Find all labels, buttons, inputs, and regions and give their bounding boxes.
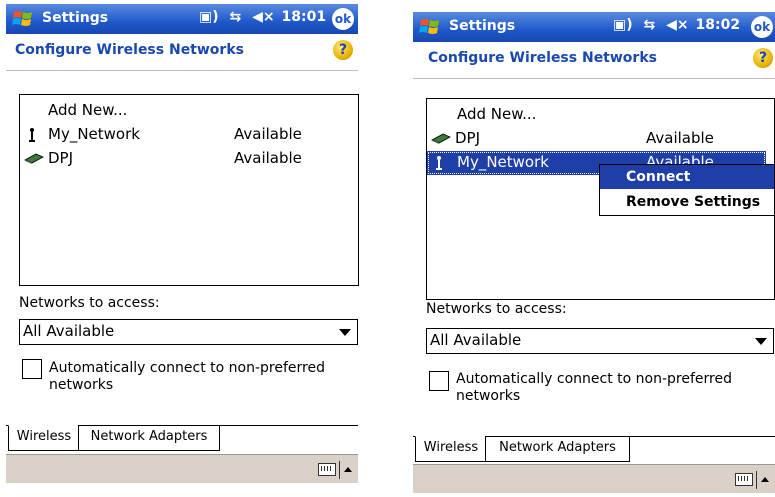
start-menu-icon[interactable] <box>419 17 441 37</box>
list-item-add-new[interactable]: Add New... <box>20 99 358 121</box>
menu-bar <box>413 464 775 493</box>
networks-to-access-label: Networks to access: <box>19 295 160 311</box>
page-title: Configure Wireless Networks <box>428 50 657 66</box>
clock[interactable]: 18:02 <box>696 17 741 33</box>
list-item-network[interactable]: DPJ Available <box>20 147 358 169</box>
tab-wireless[interactable]: Wireless <box>415 436 487 462</box>
input-method-arrow-icon[interactable] <box>761 477 769 482</box>
divider <box>339 461 340 479</box>
menu-item-remove-settings[interactable]: Remove Settings <box>600 190 774 214</box>
title-bar: Settings ▣) ⇆ ◀× 18:01 ok <box>6 4 358 34</box>
auto-connect-label: Automatically connect to non-preferred n… <box>456 371 732 404</box>
auto-connect-checkbox[interactable] <box>22 359 42 379</box>
infrastructure-network-icon <box>436 156 442 170</box>
title-bar: Settings ▣) ⇆ ◀× 18:02 ok <box>413 12 775 42</box>
sync-arrows-icon[interactable]: ⇆ <box>644 17 656 33</box>
auto-connect-label: Automatically connect to non-preferred n… <box>49 360 325 393</box>
chevron-down-icon <box>339 329 351 336</box>
sync-arrows-icon[interactable]: ⇆ <box>230 9 242 25</box>
menu-item-connect[interactable]: Connect <box>600 165 774 189</box>
adhoc-network-icon <box>431 133 451 144</box>
input-method-arrow-icon[interactable] <box>344 467 352 472</box>
adhoc-network-icon <box>24 153 44 164</box>
help-icon[interactable]: ? <box>333 40 353 60</box>
divider <box>413 78 775 79</box>
chevron-down-icon <box>755 338 767 345</box>
menu-bar <box>6 454 358 483</box>
help-icon[interactable]: ? <box>753 48 773 68</box>
screen-2: Settings ▣) ⇆ ◀× 18:02 ok Configure Wire… <box>413 12 775 497</box>
divider <box>756 471 757 489</box>
ok-button[interactable]: ok <box>751 16 773 38</box>
networks-to-access-label: Networks to access: <box>426 301 567 317</box>
connectivity-icon[interactable]: ▣) <box>613 17 633 33</box>
clock[interactable]: 18:01 <box>282 9 327 25</box>
page-title: Configure Wireless Networks <box>15 42 244 58</box>
app-title: Settings <box>42 10 109 26</box>
tab-strip: Wireless Network Adapters <box>6 425 358 451</box>
context-menu: Connect Remove Settings <box>599 164 775 216</box>
keyboard-icon[interactable] <box>735 473 753 486</box>
tab-network-adapters[interactable]: Network Adapters <box>485 436 630 462</box>
ok-button[interactable]: ok <box>332 8 354 30</box>
auto-connect-checkbox[interactable] <box>429 371 449 391</box>
infrastructure-network-icon <box>29 128 35 142</box>
tab-network-adapters[interactable]: Network Adapters <box>78 425 220 451</box>
divider <box>6 70 358 71</box>
tab-strip: Wireless Network Adapters <box>413 436 775 462</box>
list-item-network[interactable]: DPJ Available <box>427 127 774 149</box>
list-item-network[interactable]: My_Network Available <box>20 123 358 145</box>
screen-1: Settings ▣) ⇆ ◀× 18:01 ok Configure Wire… <box>6 4 359 492</box>
app-title: Settings <box>449 18 516 34</box>
tab-wireless[interactable]: Wireless <box>8 425 80 451</box>
start-menu-icon[interactable] <box>12 9 34 29</box>
networks-to-access-dropdown[interactable]: All Available <box>426 328 774 354</box>
speaker-muted-icon[interactable]: ◀× <box>666 17 689 33</box>
list-item-add-new[interactable]: Add New... <box>427 103 774 125</box>
keyboard-icon[interactable] <box>318 463 336 476</box>
network-list[interactable]: Add New... My_Network Available DPJ Avai… <box>19 94 359 286</box>
networks-to-access-dropdown[interactable]: All Available <box>19 319 358 345</box>
connectivity-icon[interactable]: ▣) <box>199 9 219 25</box>
speaker-muted-icon[interactable]: ◀× <box>252 9 275 25</box>
